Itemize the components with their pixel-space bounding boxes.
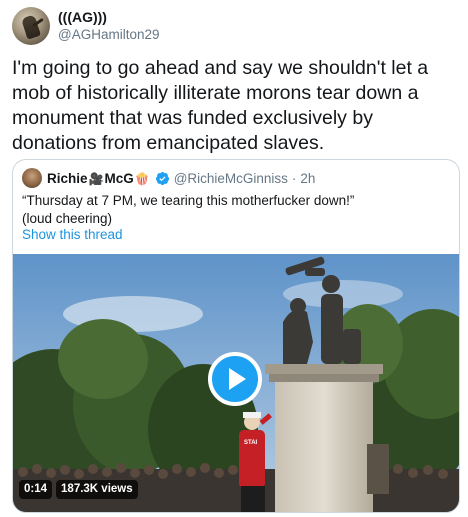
tweet-author[interactable]: (((AG))) @AGHamilton29	[12, 6, 160, 46]
play-button[interactable]	[208, 352, 262, 406]
movie-camera-emoji: 🎥	[88, 171, 104, 186]
quoted-author-handle[interactable]: @RichieMcGinniss	[174, 171, 288, 186]
video-badges: 0:14 187.3K views	[19, 480, 142, 499]
author-avatar[interactable]	[12, 7, 50, 45]
quoted-text-line-2: (loud cheering)	[22, 211, 113, 226]
avatar-figure	[20, 14, 42, 40]
show-this-thread-link[interactable]: Show this thread	[22, 227, 123, 242]
verified-badge-icon	[155, 171, 169, 185]
video-player[interactable]: STAI 0:14 187.3K views	[13, 254, 459, 512]
quoted-tweet-timestamp[interactable]: 2h	[300, 171, 315, 186]
tweet: (((AG))) @AGHamilton29 I'm going to go a…	[0, 0, 468, 517]
dot-separator: ·	[291, 170, 297, 186]
author-names: (((AG))) @AGHamilton29	[58, 9, 160, 43]
quoted-tweet[interactable]: Richie🎥McG🍿 @RichieMcGinniss · 2h “Thurs…	[12, 159, 460, 513]
tweet-text: I'm going to go ahead and say we shouldn…	[12, 57, 429, 154]
shirt-text: STAI	[244, 440, 258, 446]
author-handle[interactable]: @AGHamilton29	[58, 26, 160, 43]
play-icon	[229, 368, 246, 390]
quoted-author-display-name[interactable]: Richie🎥McG🍿	[47, 171, 151, 186]
video-duration: 0:14	[19, 480, 53, 499]
author-display-name[interactable]: (((AG)))	[58, 9, 160, 26]
quoted-author-avatar[interactable]	[22, 168, 42, 188]
popcorn-emoji: 🍿	[134, 171, 150, 186]
quoted-text-line-1: “Thursday at 7 PM, we tearing this mothe…	[22, 193, 355, 208]
quoted-tweet-text: “Thursday at 7 PM, we tearing this mothe…	[22, 192, 452, 228]
video-views: 187.3K views	[56, 480, 138, 499]
quoted-tweet-header: Richie🎥McG🍿 @RichieMcGinniss · 2h	[22, 168, 315, 188]
quoted-name-first: Richie	[47, 170, 88, 186]
quoted-name-suffix: McG	[104, 170, 134, 186]
